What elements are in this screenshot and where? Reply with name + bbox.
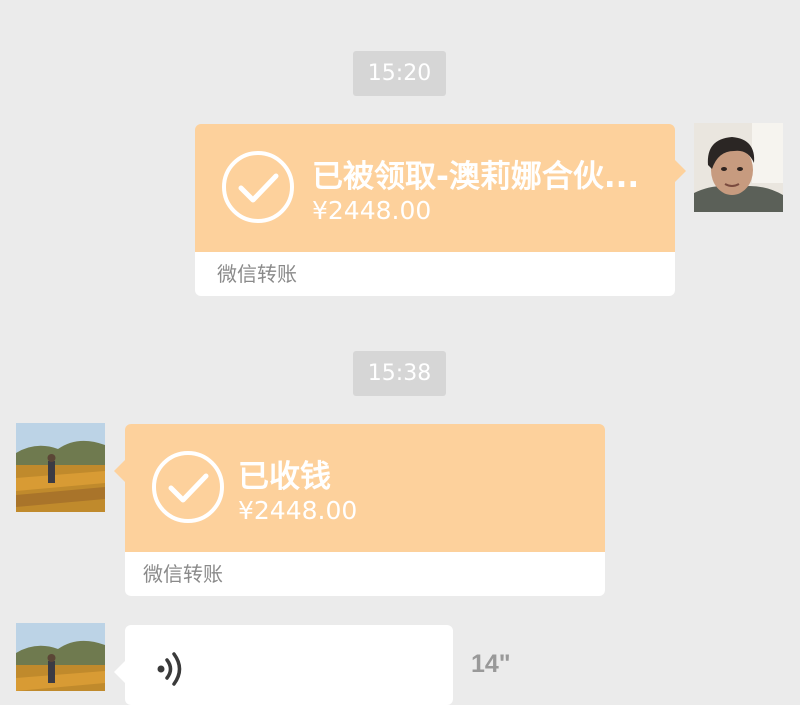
check-circle-icon	[220, 149, 296, 225]
transfer-type-label: 微信转账	[143, 562, 223, 586]
bubble-tail	[675, 160, 686, 182]
transfer-message-received[interactable]: 已收钱 ¥2448.00 微信转账	[114, 424, 605, 596]
bubble-tail	[114, 460, 125, 482]
avatar[interactable]	[16, 423, 105, 512]
avatar[interactable]	[16, 623, 105, 691]
transfer-status: 已被领取-澳莉娜合伙...	[312, 159, 640, 195]
transfer-amount: ¥2448.00	[312, 196, 432, 225]
transfer-amount: ¥2448.00	[238, 496, 358, 525]
transfer-card-footer: 微信转账	[125, 552, 605, 596]
bubble-tail	[114, 661, 125, 683]
transfer-card-footer: 微信转账	[195, 252, 675, 296]
transfer-status: 已收钱	[238, 459, 331, 495]
avatar[interactable]	[694, 123, 783, 212]
voice-duration: 14"	[471, 650, 511, 678]
voice-wave-icon	[155, 649, 189, 693]
transfer-message-sent[interactable]: 已被领取-澳莉娜合伙... ¥2448.00 微信转账	[195, 124, 686, 296]
voice-message[interactable]	[114, 625, 453, 705]
timestamp: 15:38	[353, 351, 446, 396]
timestamp: 15:20	[353, 51, 446, 96]
check-circle-icon	[150, 449, 226, 525]
transfer-type-label: 微信转账	[217, 262, 297, 286]
